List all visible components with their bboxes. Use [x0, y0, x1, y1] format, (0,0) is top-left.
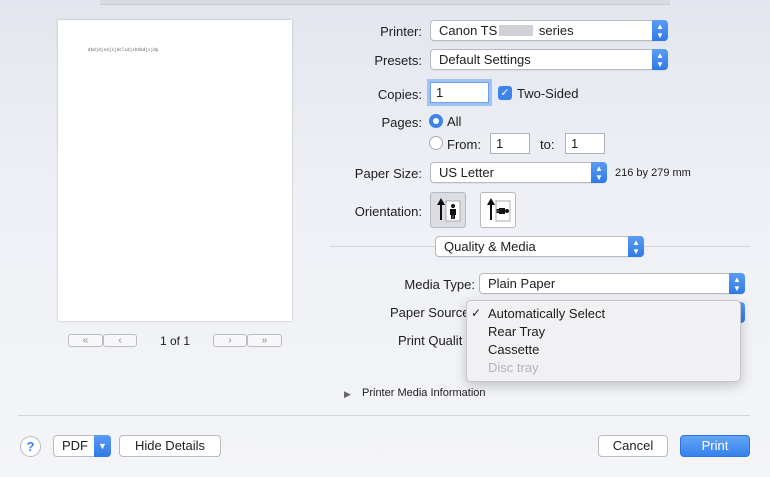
- popup-arrows-icon: ▲ ▼: [591, 162, 607, 183]
- menu-item-disc-tray: Disc tray: [488, 360, 539, 375]
- previous-page-button[interactable]: ‹: [103, 334, 137, 347]
- two-sided-label: Two-Sided: [517, 86, 579, 101]
- paper-size-popup[interactable]: US Letter ▲ ▼: [430, 162, 607, 183]
- portrait-orientation-button[interactable]: [430, 192, 466, 228]
- pages-label: Pages:: [381, 115, 422, 130]
- menu-item-cassette[interactable]: Cassette: [488, 342, 539, 357]
- paper-source-menu: ✓ Automatically Select Rear Tray Cassett…: [466, 300, 741, 382]
- separator-bottom: [18, 415, 750, 416]
- orientation-label: Orientation:: [354, 204, 422, 219]
- media-type-popup[interactable]: Plain Paper ▲ ▼: [479, 273, 745, 294]
- popup-arrows-icon: ▲ ▼: [652, 20, 668, 41]
- presets-value: Default Settings: [439, 52, 531, 67]
- last-page-button[interactable]: »: [247, 334, 282, 347]
- paper-size-value: US Letter: [439, 165, 494, 180]
- section-popup[interactable]: Quality & Media ▲ ▼: [435, 236, 644, 257]
- popup-arrows-icon: ▲ ▼: [729, 273, 745, 294]
- presets-label: Presets:: [374, 53, 422, 68]
- presets-popup[interactable]: Default Settings ▲ ▼: [430, 49, 668, 70]
- hide-details-button[interactable]: Hide Details: [119, 435, 221, 457]
- help-button[interactable]: ?: [20, 436, 41, 457]
- printer-name: Canon TS: [439, 23, 498, 38]
- pdf-menu-button[interactable]: PDF ▼: [53, 435, 111, 457]
- paper-dimensions: 216 by 279 mm: [615, 167, 691, 179]
- pages-from-label: From:: [447, 137, 481, 152]
- pages-to-label: to:: [540, 137, 555, 152]
- print-quality-label: Print Qualit: [398, 333, 463, 348]
- first-page-button[interactable]: «: [68, 334, 103, 347]
- menu-item-automatically-select[interactable]: Automatically Select: [488, 306, 605, 321]
- disclosure-triangle-icon[interactable]: ▶: [344, 389, 351, 400]
- cancel-button[interactable]: Cancel: [598, 435, 668, 457]
- landscape-icon: [487, 198, 511, 222]
- print-button[interactable]: Print: [680, 435, 750, 457]
- popup-arrows-icon: ▲ ▼: [628, 236, 644, 257]
- pages-all-radio[interactable]: [429, 114, 443, 128]
- section-value: Quality & Media: [444, 239, 536, 254]
- pages-all-label: All: [447, 114, 462, 129]
- printer-media-information[interactable]: Printer Media Information: [362, 387, 486, 399]
- window-top-edge: [100, 0, 670, 5]
- pages-from-field[interactable]: 1: [490, 133, 530, 154]
- next-page-button[interactable]: ›: [213, 334, 247, 347]
- popup-arrows-icon: ▲ ▼: [652, 49, 668, 70]
- page-preview: dhdjdjsdjsjdclsdjshhbdjsjdp: [58, 20, 292, 321]
- preview-document-text: dhdjdjsdjsjdclsdjshhbdjsjdp: [88, 47, 159, 52]
- two-sided-checkbox[interactable]: ✓: [498, 86, 512, 100]
- printer-name-suffix: series: [538, 23, 574, 38]
- printer-model-redacted: [499, 25, 534, 36]
- checkmark-icon: ✓: [471, 306, 482, 320]
- pages-to-field[interactable]: 1: [565, 133, 605, 154]
- paper-size-label: Paper Size:: [354, 166, 422, 181]
- chevron-down-icon: ▼: [94, 435, 111, 457]
- media-type-label: Media Type:: [404, 277, 475, 292]
- printer-popup[interactable]: Canon TS series ▲ ▼: [430, 20, 668, 41]
- page-indicator: 1 of 1: [159, 334, 191, 348]
- pdf-label: PDF: [62, 438, 88, 453]
- landscape-orientation-button[interactable]: [480, 192, 516, 228]
- printer-label: Printer:: [380, 24, 422, 39]
- menu-item-rear-tray[interactable]: Rear Tray: [488, 324, 545, 339]
- pages-from-radio[interactable]: [429, 136, 443, 150]
- portrait-icon: [437, 198, 461, 222]
- media-type-value: Plain Paper: [488, 276, 556, 291]
- paper-source-label: Paper Source: [390, 305, 470, 320]
- copies-field[interactable]: 1: [430, 82, 489, 103]
- copies-label: Copies:: [377, 87, 422, 102]
